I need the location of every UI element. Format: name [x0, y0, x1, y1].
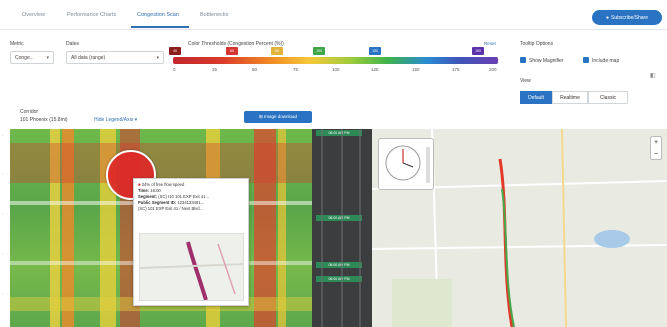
tooltip-time-label: Time:	[138, 188, 150, 193]
tooltip-segment-value: (SC) I10 101 EXP Exit 41...	[158, 194, 209, 199]
collapse-icon[interactable]: ◧	[650, 72, 656, 79]
scale-tick: 75	[293, 67, 299, 72]
tab-bar: Overview Performance Charts Congestion S…	[0, 0, 667, 30]
tab-bottlenecks[interactable]: Bottlenecks	[200, 12, 228, 18]
threshold-marker[interactable]: 40	[169, 47, 181, 55]
dates-value: All data (range)	[71, 54, 106, 61]
y-tick: ·	[2, 291, 4, 296]
show-magnifier-label: Show Magnifier	[529, 58, 564, 64]
scale-tick: 200	[489, 67, 497, 72]
subscribe-label: Subscribe/Share	[611, 14, 648, 21]
threshold-marker[interactable]: 130	[369, 47, 381, 55]
scale-tick: 150	[412, 67, 420, 72]
threshold-marker[interactable]: 60	[226, 47, 238, 55]
active-tab-indicator	[131, 26, 189, 28]
y-tick: ·	[2, 171, 4, 176]
lake-shape	[594, 230, 630, 248]
status-dot-icon: ■	[138, 182, 141, 187]
tooltip-minimap	[139, 233, 244, 301]
tooltip-extra: (SC) 101 EXP Exit 41 / Next Blvd...	[138, 206, 204, 211]
zoom-out-button[interactable]: −	[651, 149, 661, 161]
metric-value: Conge...	[15, 54, 34, 61]
dates-label: Dates	[66, 41, 80, 47]
heatmap-y-axis: · · · · ·	[0, 129, 10, 327]
reset-link[interactable]: Reset	[484, 41, 496, 46]
compass-svg	[385, 145, 430, 183]
road-line	[140, 263, 243, 269]
threshold-marker[interactable]: 100	[313, 47, 325, 55]
threshold-scale[interactable]	[173, 57, 498, 64]
view-classic-button[interactable]: Classic	[588, 91, 628, 104]
subscribe-button[interactable]: ● Subscribe/Share	[592, 10, 662, 25]
scale-tick: 175	[452, 67, 460, 72]
tooltip-segment-label: Segment:	[138, 194, 158, 199]
road-line	[217, 243, 236, 295]
y-tick: ·	[2, 133, 4, 138]
threshold-marker[interactable]: 190	[472, 47, 484, 55]
corridor-name: 101 Phoenix (15.8mi)	[20, 117, 68, 123]
scale-tick: 100	[332, 67, 340, 72]
tab-overview[interactable]: Overview	[22, 12, 45, 18]
include-map-label: Include map	[592, 58, 620, 64]
view-default-button[interactable]: Default	[520, 91, 552, 104]
congestion-scan-app: Overview Performance Charts Congestion S…	[0, 0, 667, 327]
zoom-control: + −	[650, 136, 662, 160]
image-download-button[interactable]: ⊞ Image download	[244, 111, 312, 123]
tooltip-time-value: 16:00	[150, 188, 161, 193]
compass-widget[interactable]	[378, 138, 434, 190]
tooltip-public-value: 1234123461...	[177, 200, 205, 205]
metric-label: Metric	[10, 41, 24, 47]
hide-legend-link[interactable]: Hide Legend/Axis ▾	[94, 117, 137, 123]
segment-path	[186, 241, 208, 300]
view-realtime-button[interactable]: Realtime	[552, 91, 588, 104]
y-tick: ·	[2, 211, 4, 216]
view-label: View	[520, 78, 531, 84]
y-tick: ·	[2, 251, 4, 256]
show-magnifier-checkbox[interactable]	[520, 57, 526, 63]
metric-select[interactable]: Conge... ▾	[10, 51, 54, 64]
threshold-marker[interactable]: 80	[271, 47, 283, 55]
minimap-svg	[140, 241, 243, 300]
include-map-checkbox[interactable]	[583, 57, 589, 63]
chevron-down-icon: ▾	[156, 55, 159, 61]
tooltip-public-label: Public Segment ID:	[138, 200, 177, 205]
heatmap-band	[10, 143, 312, 183]
scale-tick: 125	[371, 67, 379, 72]
time-strip: 08:00 AM PM 08:00 AM PM 08:00 AM PM 08:0…	[312, 129, 372, 327]
zoom-in-button[interactable]: +	[651, 137, 661, 149]
tooltip-headline-text: 24% of free flow speed	[141, 182, 185, 187]
corridor-label: Corridor	[20, 109, 39, 115]
heatmap-tooltip: ■ 24% of free flow speed Time: 16:00 Seg…	[133, 178, 249, 306]
scale-tick: 25	[212, 67, 218, 72]
strip-lines	[321, 129, 361, 327]
dates-select[interactable]: All data (range) ▾	[66, 51, 164, 64]
road-line	[561, 129, 567, 327]
park-area	[392, 279, 452, 327]
tab-performance-charts[interactable]: Performance Charts	[67, 12, 116, 18]
tooltip-options-label: Tooltip Options	[520, 41, 554, 47]
chevron-down-icon: ▾	[46, 55, 49, 61]
share-icon: ●	[606, 14, 610, 21]
tab-congestion-scan[interactable]: Congestion Scan	[137, 12, 179, 18]
scale-tick: 50	[252, 67, 258, 72]
scale-tick: 0	[173, 67, 176, 72]
